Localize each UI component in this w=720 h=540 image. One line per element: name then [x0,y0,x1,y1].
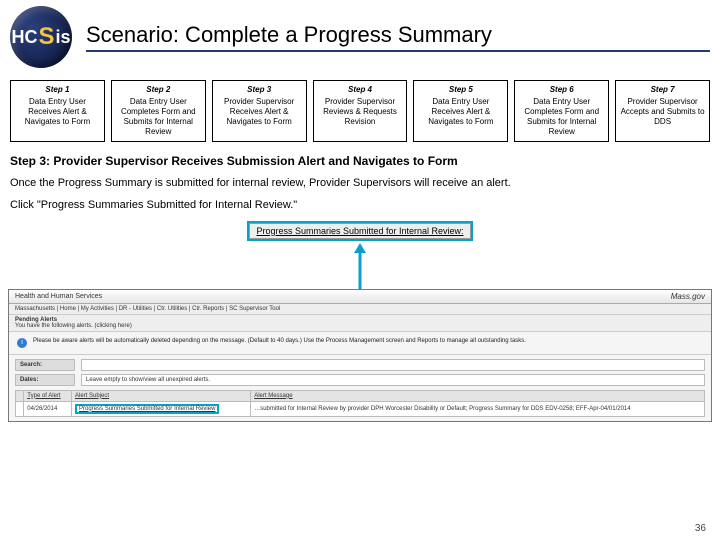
shot-brand: Mass.gov [671,292,705,301]
step-1-num: Step 1 [13,85,102,95]
paragraph-1: Once the Progress Summary is submitted f… [0,172,720,194]
progress-summaries-link-callout[interactable]: Progress Summaries Submitted for Interna… [249,223,470,239]
step-7-num: Step 7 [618,85,707,95]
step-1-text: Data Entry User Receives Alert & Navigat… [25,97,90,126]
shot-app-name: Health and Human Services [15,293,102,300]
shot-breadcrumb: Massachusetts | Home | My Activities | D… [9,304,711,315]
logo-part-s: S [38,23,54,51]
cell-date: 04/26/2014 [24,401,72,416]
shot-pending-sub: You have the following alerts. (clicking… [15,323,132,329]
step-1: Step 1 Data Entry User Receives Alert & … [10,80,105,142]
shot-note-text: Please be aware alerts will be automatic… [33,338,526,344]
col-type: Type of Alert [24,390,72,401]
step-3-num: Step 3 [215,85,304,95]
step-2: Step 2 Data Entry User Completes Form an… [111,80,206,142]
step-4: Step 4 Provider Supervisor Reviews & Req… [313,80,408,142]
hcsis-logo: HC S is [10,6,72,68]
embedded-screenshot: Health and Human Services Mass.gov Massa… [8,289,712,422]
step-5-num: Step 5 [416,85,505,95]
info-icon: i [17,338,27,348]
page-title: Scenario: Complete a Progress Summary [86,22,710,52]
col-subject: Alert Subject [72,390,251,401]
table-row: 04/26/2014 Progress Summaries Submitted … [16,401,705,416]
col-message: Alert Message [251,390,705,401]
step-3-text: Provider Supervisor Receives Alert & Nav… [224,97,294,126]
step-strip: Step 1 Data Entry User Receives Alert & … [0,70,720,148]
step-6-num: Step 6 [517,85,606,95]
col-blank [16,390,24,401]
step-7: Step 7 Provider Supervisor Accepts and S… [615,80,710,142]
arrow-up-icon [350,243,370,289]
step-3: Step 3 Provider Supervisor Receives Aler… [212,80,307,142]
step-6-text: Data Entry User Completes Form and Submi… [524,97,599,136]
callout-arrow [0,243,720,289]
shot-pending-alerts: Pending Alerts You have the following al… [9,315,711,332]
slide-header: HC S is Scenario: Complete a Progress Su… [0,0,720,70]
step-7-text: Provider Supervisor Accepts and Submits … [621,97,705,126]
cell-message: …submitted for Internal Review by provid… [251,401,705,416]
progress-summaries-link[interactable]: Progress Summaries Submitted for Interna… [75,404,219,414]
section-heading: Step 3: Provider Supervisor Receives Sub… [0,148,720,172]
shot-search-label: Search: [15,359,75,371]
page-number: 36 [695,523,706,534]
cell-subject: Progress Summaries Submitted for Interna… [72,401,251,416]
step-2-text: Data Entry User Completes Form and Submi… [121,97,196,136]
shot-filter-blocks: Search: Dates: Leave empty to show/view … [9,355,711,421]
callout-highlight-box: Progress Summaries Submitted for Interna… [247,221,472,241]
logo-part-hc: HC [11,27,37,48]
logo-part-is: is [56,27,71,48]
step-5: Step 5 Data Entry User Receives Alert & … [413,80,508,142]
step-2-num: Step 2 [114,85,203,95]
step-6: Step 6 Data Entry User Completes Form an… [514,80,609,142]
table-header-row: Type of Alert Alert Subject Alert Messag… [16,390,705,401]
step-4-text: Provider Supervisor Reviews & Requests R… [323,97,397,126]
paragraph-2: Click "Progress Summaries Submitted for … [0,194,720,216]
shot-dates-input[interactable]: Leave empty to show/view all unexpired a… [81,374,705,386]
cell-blank [16,401,24,416]
shot-alerts-table: Type of Alert Alert Subject Alert Messag… [15,390,705,417]
shot-search-input[interactable] [81,359,705,371]
shot-info-note: i Please be aware alerts will be automat… [9,332,711,355]
shot-titlebar: Health and Human Services Mass.gov [9,290,711,304]
step-4-num: Step 4 [316,85,405,95]
step-5-text: Data Entry User Receives Alert & Navigat… [428,97,493,126]
shot-dates-label: Dates: [15,374,75,386]
